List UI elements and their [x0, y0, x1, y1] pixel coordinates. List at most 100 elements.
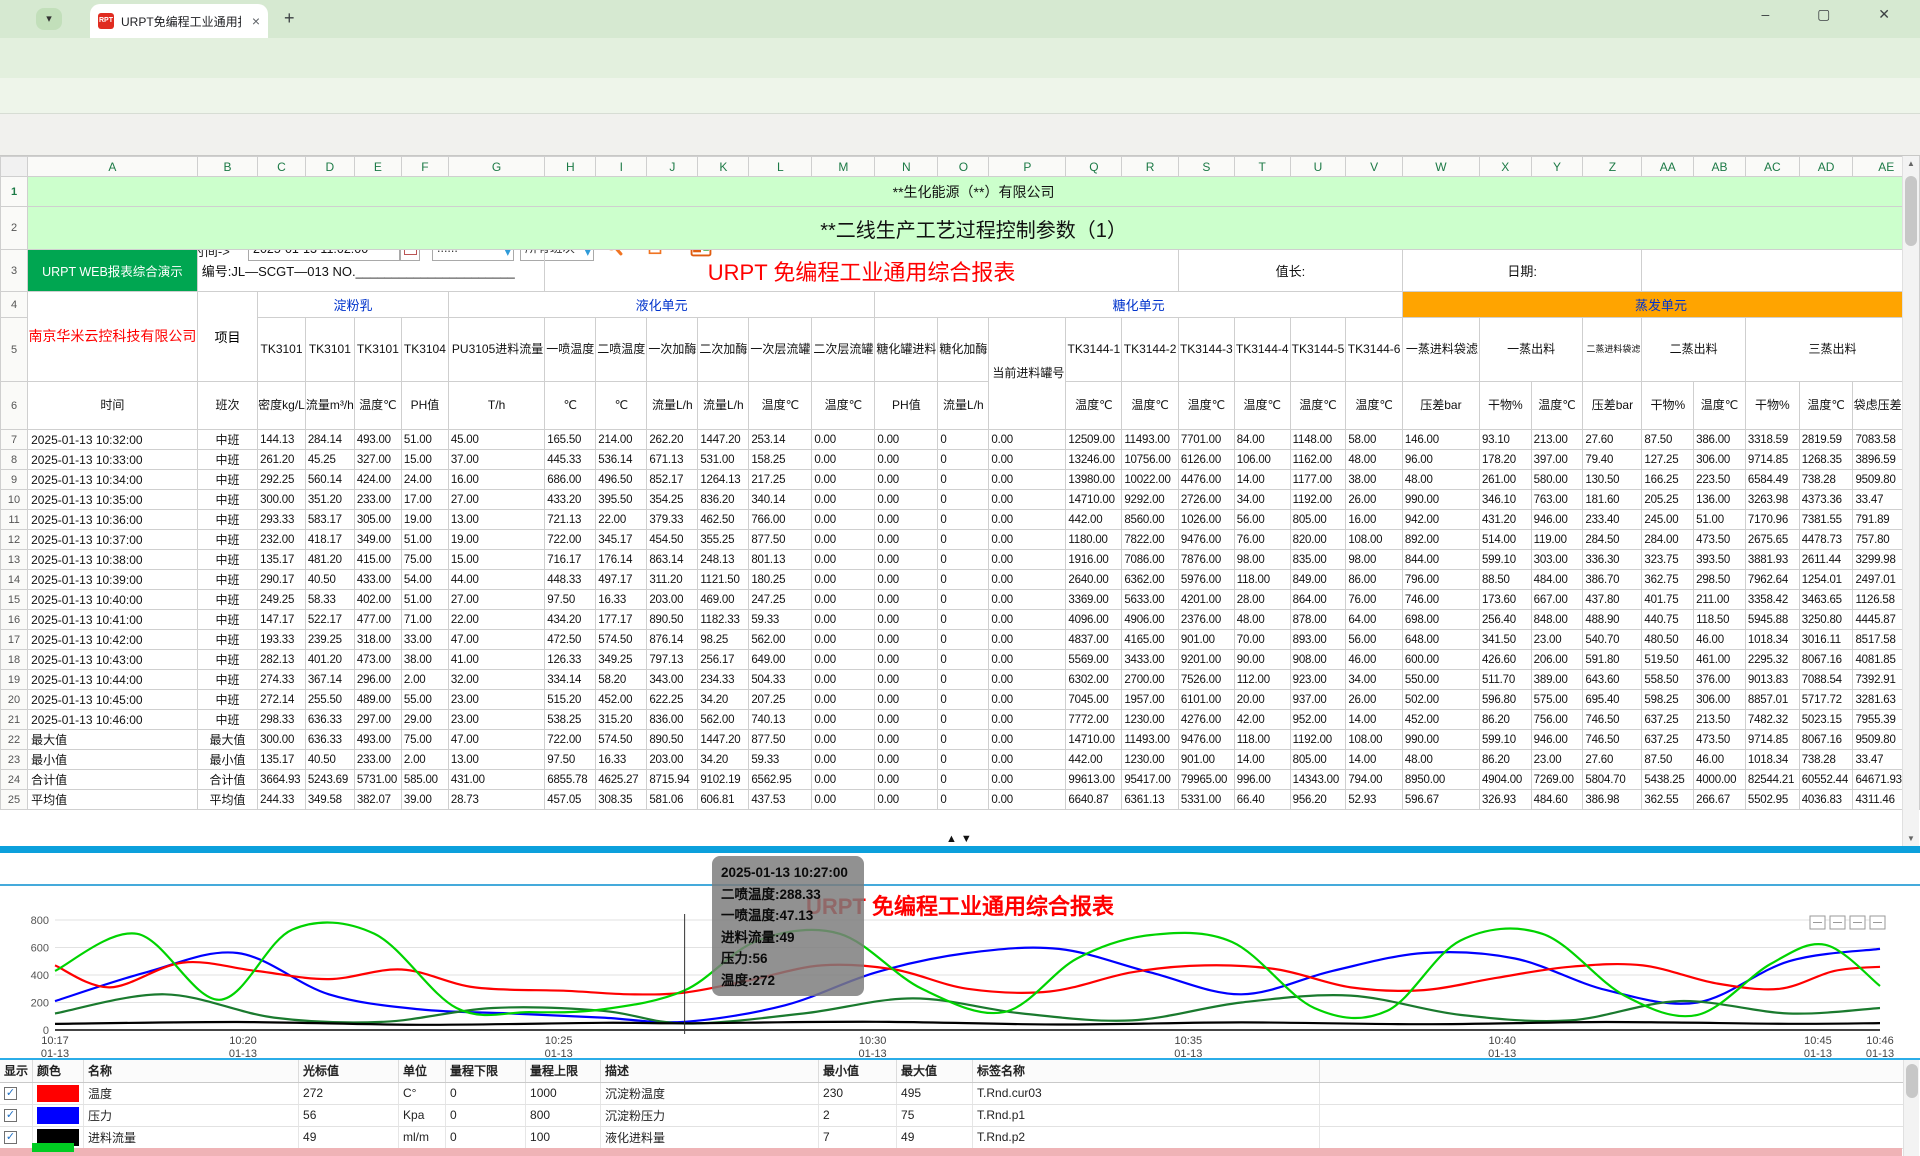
value-cell[interactable]: 890.50 [647, 730, 698, 750]
column-header[interactable]: AC [1745, 157, 1799, 177]
value-cell[interactable]: 738.28 [1799, 750, 1853, 770]
row-header[interactable]: 2 [1, 207, 28, 250]
scrollbar-thumb[interactable] [1906, 1064, 1918, 1098]
time-cell[interactable]: 最小值 [28, 750, 198, 770]
time-cell[interactable]: 平均值 [28, 790, 198, 810]
column-header[interactable]: A [28, 157, 198, 177]
value-cell[interactable]: 6562.95 [749, 770, 812, 790]
value-cell[interactable]: 0.00 [875, 730, 938, 750]
value-cell[interactable]: 473.50 [1694, 730, 1746, 750]
section-divider[interactable] [0, 846, 1920, 853]
value-cell[interactable]: 820.00 [1290, 530, 1346, 550]
value-cell[interactable]: 864.00 [1290, 590, 1346, 610]
value-cell[interactable]: 0 [938, 650, 989, 670]
time-cell[interactable]: 2025-01-13 10:38:00 [28, 550, 198, 570]
value-cell[interactable]: 536.14 [596, 450, 647, 470]
value-cell[interactable]: 722.00 [545, 730, 596, 750]
value-cell[interactable]: 112.00 [1234, 670, 1290, 690]
value-cell[interactable]: 4000.00 [1694, 770, 1746, 790]
value-cell[interactable]: 0.00 [812, 510, 875, 530]
value-cell[interactable]: 47.00 [448, 730, 544, 750]
value-cell[interactable]: 60552.44 [1799, 770, 1853, 790]
value-cell[interactable]: 293.33 [258, 510, 306, 530]
legend-row[interactable]: ✓压力56Kpa0800沉淀粉压力275T.Rnd.p1 [0, 1104, 1911, 1126]
value-cell[interactable]: 16.00 [1346, 510, 1403, 530]
tab-close-icon[interactable]: × [252, 13, 260, 29]
scroll-down-icon[interactable]: ▼ [1903, 834, 1919, 843]
value-cell[interactable]: 2640.00 [1066, 570, 1122, 590]
column-header[interactable]: B [197, 157, 257, 177]
column-header[interactable]: R [1122, 157, 1179, 177]
value-cell[interactable]: 599.10 [1479, 730, 1531, 750]
value-cell[interactable]: 1447.20 [698, 430, 749, 450]
shift-cell[interactable]: 中班 [197, 490, 257, 510]
value-cell[interactable]: 272.14 [258, 690, 306, 710]
value-cell[interactable]: 3664.93 [258, 770, 306, 790]
value-cell[interactable]: 836.00 [647, 710, 698, 730]
value-cell[interactable]: 0.00 [812, 730, 875, 750]
value-cell[interactable]: 305.00 [354, 510, 401, 530]
value-cell[interactable]: 0.00 [812, 610, 875, 630]
value-cell[interactable]: 389.00 [1531, 670, 1583, 690]
value-cell[interactable]: 956.20 [1290, 790, 1346, 810]
shift-cell[interactable]: 中班 [197, 550, 257, 570]
value-cell[interactable]: 46.00 [1694, 750, 1746, 770]
shift-cell[interactable]: 平均值 [197, 790, 257, 810]
value-cell[interactable]: 203.00 [647, 590, 698, 610]
value-cell[interactable]: 0.00 [875, 570, 938, 590]
value-cell[interactable]: 581.06 [647, 790, 698, 810]
value-cell[interactable]: 445.33 [545, 450, 596, 470]
value-cell[interactable]: 177.17 [596, 610, 647, 630]
value-cell[interactable]: 538.25 [545, 710, 596, 730]
unit-header[interactable]: ℃ [545, 382, 596, 430]
value-cell[interactable]: 452.00 [1402, 710, 1479, 730]
value-cell[interactable]: 6640.87 [1066, 790, 1122, 810]
value-cell[interactable]: 41.00 [448, 650, 544, 670]
value-cell[interactable]: 0.00 [875, 470, 938, 490]
value-cell[interactable]: 580.00 [1531, 470, 1583, 490]
value-cell[interactable]: 892.00 [1402, 530, 1479, 550]
value-cell[interactable]: 0.00 [812, 490, 875, 510]
row-header[interactable]: 23 [1, 750, 28, 770]
value-cell[interactable]: 0.00 [989, 570, 1066, 590]
value-cell[interactable]: 119.00 [1531, 530, 1583, 550]
value-cell[interactable]: 233.40 [1583, 510, 1642, 530]
column-title[interactable]: TK3144-6 [1346, 318, 1403, 382]
shift-cell[interactable]: 最小值 [197, 750, 257, 770]
value-cell[interactable]: 79.40 [1583, 450, 1642, 470]
column-title[interactable]: TK3144-2 [1122, 318, 1179, 382]
value-cell[interactable]: 34.00 [1234, 490, 1290, 510]
unit-header[interactable]: 温度℃ [1290, 382, 1346, 430]
value-cell[interactable]: 9714.85 [1745, 730, 1799, 750]
value-cell[interactable]: 493.00 [354, 430, 401, 450]
value-cell[interactable]: 6101.00 [1178, 690, 1234, 710]
value-cell[interactable]: 233.00 [354, 750, 401, 770]
value-cell[interactable]: 522.17 [305, 610, 354, 630]
value-cell[interactable]: 0.00 [812, 550, 875, 570]
value-cell[interactable]: 144.13 [258, 430, 306, 450]
value-cell[interactable]: 648.00 [1402, 630, 1479, 650]
value-cell[interactable]: 431.00 [448, 770, 544, 790]
demo-badge[interactable]: URPT WEB报表综合演示 [28, 250, 198, 292]
value-cell[interactable]: 0 [938, 750, 989, 770]
value-cell[interactable]: 937.00 [1290, 690, 1346, 710]
value-cell[interactable]: 515.20 [545, 690, 596, 710]
splitter-arrows[interactable]: ▲▼ [946, 833, 976, 845]
value-cell[interactable]: 13246.00 [1066, 450, 1122, 470]
value-cell[interactable]: 1121.50 [698, 570, 749, 590]
value-cell[interactable]: 599.10 [1479, 550, 1531, 570]
time-cell[interactable]: 2025-01-13 10:44:00 [28, 670, 198, 690]
value-cell[interactable]: 9201.00 [1178, 650, 1234, 670]
value-cell[interactable]: 48.00 [1402, 470, 1479, 490]
value-cell[interactable]: 990.00 [1402, 490, 1479, 510]
value-cell[interactable]: 393.50 [1694, 550, 1746, 570]
value-cell[interactable]: 340.14 [749, 490, 812, 510]
value-cell[interactable]: 4837.00 [1066, 630, 1122, 650]
column-header[interactable]: S [1178, 157, 1234, 177]
value-cell[interactable]: 3016.11 [1799, 630, 1853, 650]
value-cell[interactable]: 0 [938, 690, 989, 710]
value-cell[interactable]: 852.17 [647, 470, 698, 490]
value-cell[interactable]: 560.14 [305, 470, 354, 490]
sheet-corner[interactable] [1, 157, 28, 177]
value-cell[interactable]: 32.00 [448, 670, 544, 690]
